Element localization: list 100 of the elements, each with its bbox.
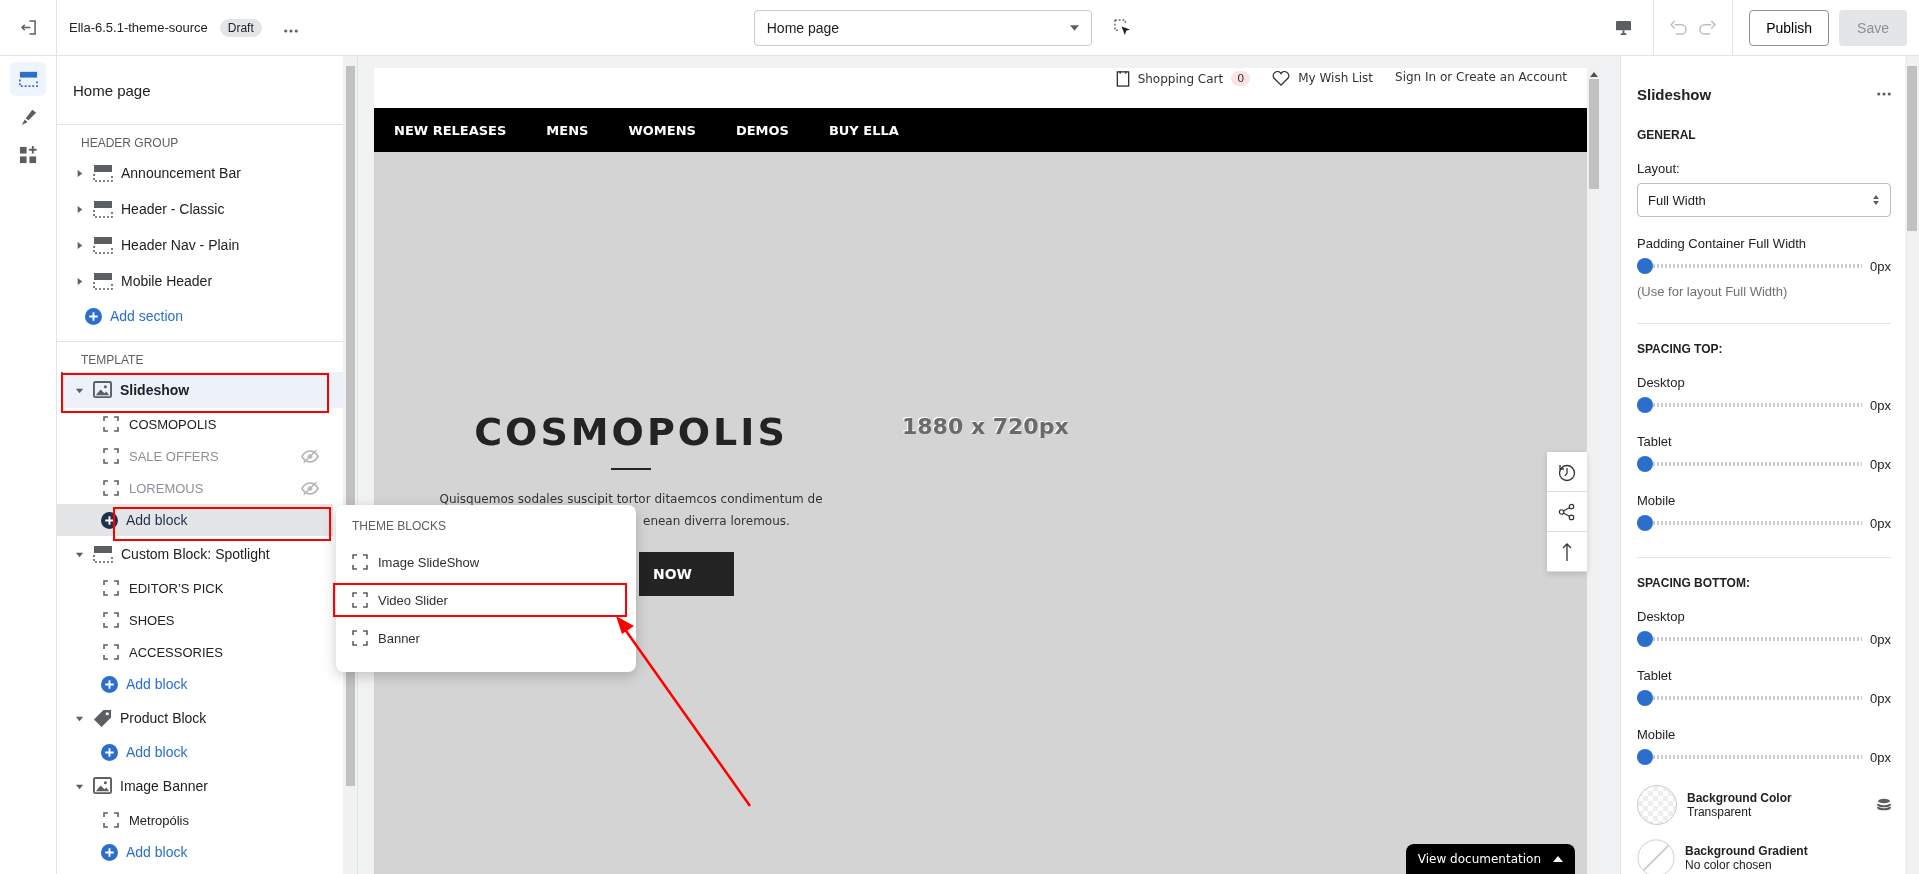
scrollbar[interactable] <box>1905 56 1919 874</box>
block-icon <box>352 554 368 570</box>
nav-link[interactable]: MENS <box>546 122 589 138</box>
plus-circle-icon <box>101 743 118 761</box>
arrow-up-icon[interactable] <box>1547 532 1587 572</box>
slider-thumb[interactable] <box>1637 690 1653 706</box>
share-icon[interactable] <box>1547 492 1587 532</box>
nav-link[interactable]: NEW RELEASES <box>394 122 507 138</box>
dropdown-caret-icon <box>1069 24 1079 31</box>
plus-circle-icon <box>101 511 118 529</box>
slider-thumb[interactable] <box>1637 515 1653 531</box>
slider-thumb[interactable] <box>1637 397 1653 413</box>
section-item[interactable]: Product Block <box>120 710 207 726</box>
image-icon <box>93 776 112 796</box>
field-label: Desktop <box>1637 374 1686 391</box>
sections-icon[interactable] <box>17 69 39 89</box>
slider-value: 0px <box>1870 515 1891 531</box>
plus-circle-icon <box>101 675 118 693</box>
section-item[interactable]: Slideshow <box>120 382 190 398</box>
more-icon[interactable] <box>1877 92 1891 96</box>
heart-icon[interactable] <box>1272 70 1291 86</box>
settings-heading: SPACING TOP: <box>1637 342 1724 356</box>
shop-button[interactable]: NOW <box>639 552 734 596</box>
settings-heading: GENERAL <box>1637 128 1697 142</box>
publish-button[interactable]: Publish <box>1749 9 1830 46</box>
block-icon <box>103 644 119 660</box>
section-layout-icon <box>93 272 113 290</box>
block-item[interactable]: ACCESSORIES <box>129 644 319 660</box>
slider-thumb[interactable] <box>1637 258 1653 274</box>
select-element-icon[interactable] <box>1113 19 1131 36</box>
add-block-button[interactable]: Add block <box>57 668 333 700</box>
field-label: Mobile <box>1637 726 1677 743</box>
nav-link[interactable]: WOMENS <box>628 122 696 138</box>
hero-text: Quisquemos sodales suscipit tortor ditaemcos condimentum de <box>439 491 823 508</box>
nav-link[interactable]: BUY ELLA <box>828 122 899 138</box>
field-hint: (Use for layout Full Width) <box>1637 284 1789 299</box>
block-icon <box>352 630 368 646</box>
wishlist-link[interactable]: My Wish List <box>1298 71 1374 85</box>
add-apps-icon[interactable] <box>17 145 39 165</box>
field-label: Mobile <box>1637 492 1677 509</box>
block-item[interactable]: SHOES <box>129 612 319 628</box>
menu-item[interactable]: Banner <box>378 630 420 646</box>
layout-select[interactable]: Full Width <box>1637 183 1891 217</box>
field-label: Padding Container Full Width <box>1637 235 1808 252</box>
menu-heading: THEME BLOCKS <box>351 519 448 533</box>
documentation-button[interactable]: View documentation <box>1405 844 1575 874</box>
group-label: TEMPLATE <box>80 352 145 369</box>
page-select[interactable]: Home page <box>753 9 1092 46</box>
section-item[interactable]: Custom Block: Spotlight <box>121 546 270 562</box>
field-value: Transparent <box>1687 805 1753 819</box>
block-item[interactable]: Metropólis <box>129 812 319 828</box>
slider-thumb[interactable] <box>1637 749 1653 765</box>
add-block-button[interactable]: Add block <box>57 836 333 868</box>
slider-thumb[interactable] <box>1637 456 1653 472</box>
theme-name: Ella-6.5.1-theme-source <box>69 20 208 35</box>
menu-item[interactable]: Image SlideShow <box>378 554 480 570</box>
scroll-up-icon[interactable] <box>1589 72 1598 77</box>
settings-heading: SPACING BOTTOM: <box>1637 576 1751 590</box>
block-item[interactable]: COSMOPOLIS <box>129 416 319 432</box>
field-label: Background Gradient <box>1685 844 1809 858</box>
add-block-button[interactable]: Add block <box>57 736 333 768</box>
desktop-icon[interactable] <box>1614 20 1632 35</box>
section-item[interactable]: Announcement Bar <box>121 165 241 181</box>
group-label: HEADER GROUP <box>80 135 180 152</box>
section-item[interactable]: Mobile Header <box>121 273 213 289</box>
field-label: Desktop <box>1637 608 1686 625</box>
block-icon <box>352 592 368 608</box>
scrollbar-thumb[interactable] <box>1907 66 1917 231</box>
section-layout-icon <box>93 164 113 182</box>
scrollbar-thumb[interactable] <box>1588 79 1599 189</box>
account-link[interactable]: Sign In or Create an Account <box>1395 70 1567 84</box>
block-item[interactable]: EDITOR’S PICK <box>129 580 319 596</box>
cart-count: 0 <box>1231 71 1251 86</box>
nav-link[interactable]: DEMOS <box>735 122 789 138</box>
field-label: Tablet <box>1637 433 1673 450</box>
history-icon[interactable] <box>1547 452 1587 492</box>
section-item[interactable]: Image Banner <box>120 778 208 794</box>
section-item[interactable]: Header Nav - Plain <box>121 237 240 253</box>
section-layout-icon <box>93 545 113 563</box>
add-section-button[interactable]: Add section <box>57 299 343 333</box>
menu-item[interactable]: Video Slider <box>378 592 448 608</box>
color-swatch[interactable] <box>1637 785 1677 825</box>
block-icon <box>103 416 119 432</box>
database-icon[interactable] <box>1877 798 1891 812</box>
panel-title: Slideshow <box>1637 85 1712 103</box>
hero-text: enean diverra loremous. <box>643 513 790 530</box>
status-badge: Draft <box>219 18 262 37</box>
add-block-button[interactable]: Add block <box>57 504 333 536</box>
cart-link[interactable]: Shopping Cart <box>1137 71 1224 86</box>
exit-icon[interactable] <box>20 20 36 35</box>
clipboard-icon[interactable] <box>1115 70 1130 87</box>
tag-icon <box>93 708 112 728</box>
image-icon <box>93 380 112 400</box>
section-layout-icon <box>93 236 113 254</box>
section-item[interactable]: Header - Classic <box>121 201 225 217</box>
section-layout-icon <box>93 200 113 218</box>
block-icon <box>103 812 119 828</box>
no-gradient-swatch[interactable] <box>1637 839 1675 874</box>
field-label: Background Color <box>1687 791 1793 805</box>
slider-thumb[interactable] <box>1637 631 1653 647</box>
